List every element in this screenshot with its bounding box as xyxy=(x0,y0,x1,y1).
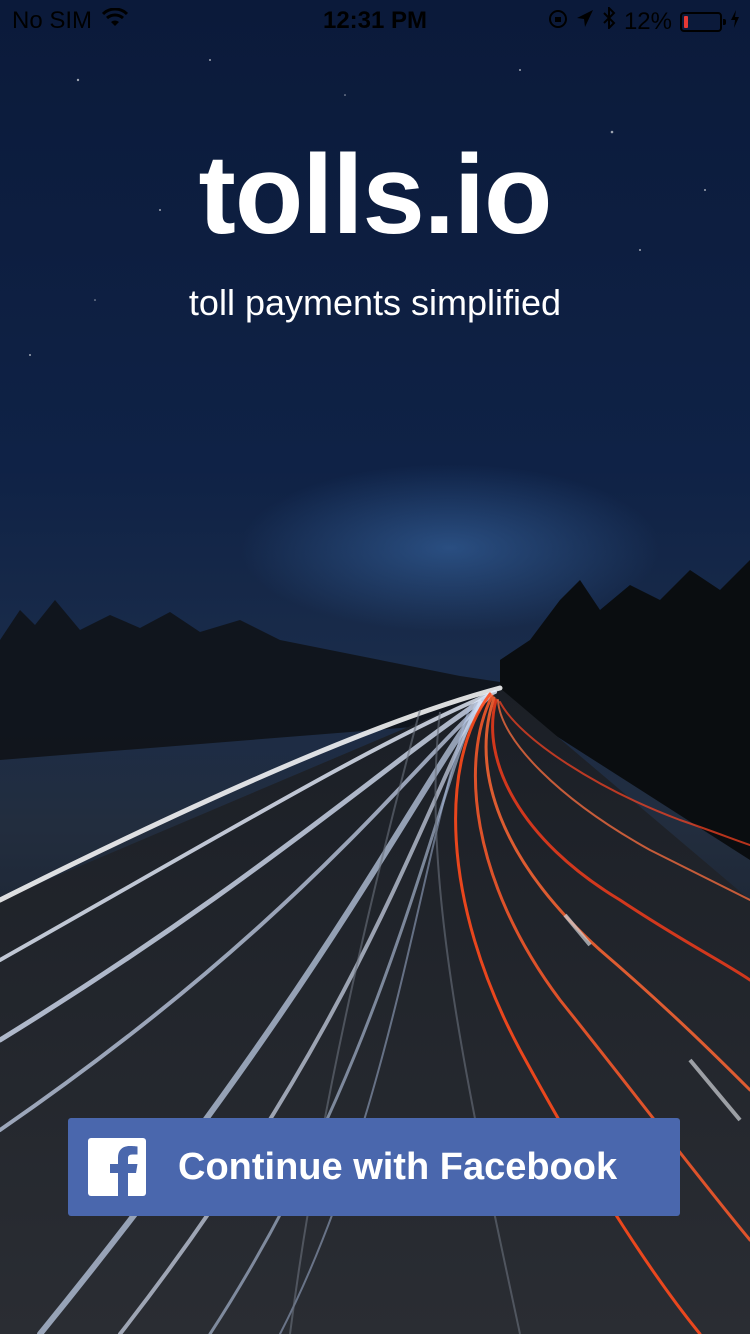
facebook-icon xyxy=(88,1138,146,1196)
charging-icon xyxy=(730,8,740,36)
battery-percent: 12% xyxy=(623,7,672,35)
facebook-button-label: Continue with Facebook xyxy=(178,1146,618,1188)
bluetooth-icon xyxy=(602,5,616,36)
app-title: tolls.io xyxy=(198,132,553,257)
status-bar: No SIM 12:31 PM 12% xyxy=(0,0,750,40)
battery-nub xyxy=(723,18,726,25)
app-tagline: toll payments simplified xyxy=(188,282,562,323)
battery-level xyxy=(684,15,688,28)
status-bar-right: 12% xyxy=(548,5,740,36)
welcome-screen: No SIM 12:31 PM 12% tolls.io toll paymen… xyxy=(0,0,750,1334)
location-icon xyxy=(576,8,594,36)
battery-icon xyxy=(680,11,726,32)
orientation-lock-icon xyxy=(548,8,568,36)
continue-with-facebook-button[interactable]: Continue with Facebook xyxy=(68,1118,680,1216)
